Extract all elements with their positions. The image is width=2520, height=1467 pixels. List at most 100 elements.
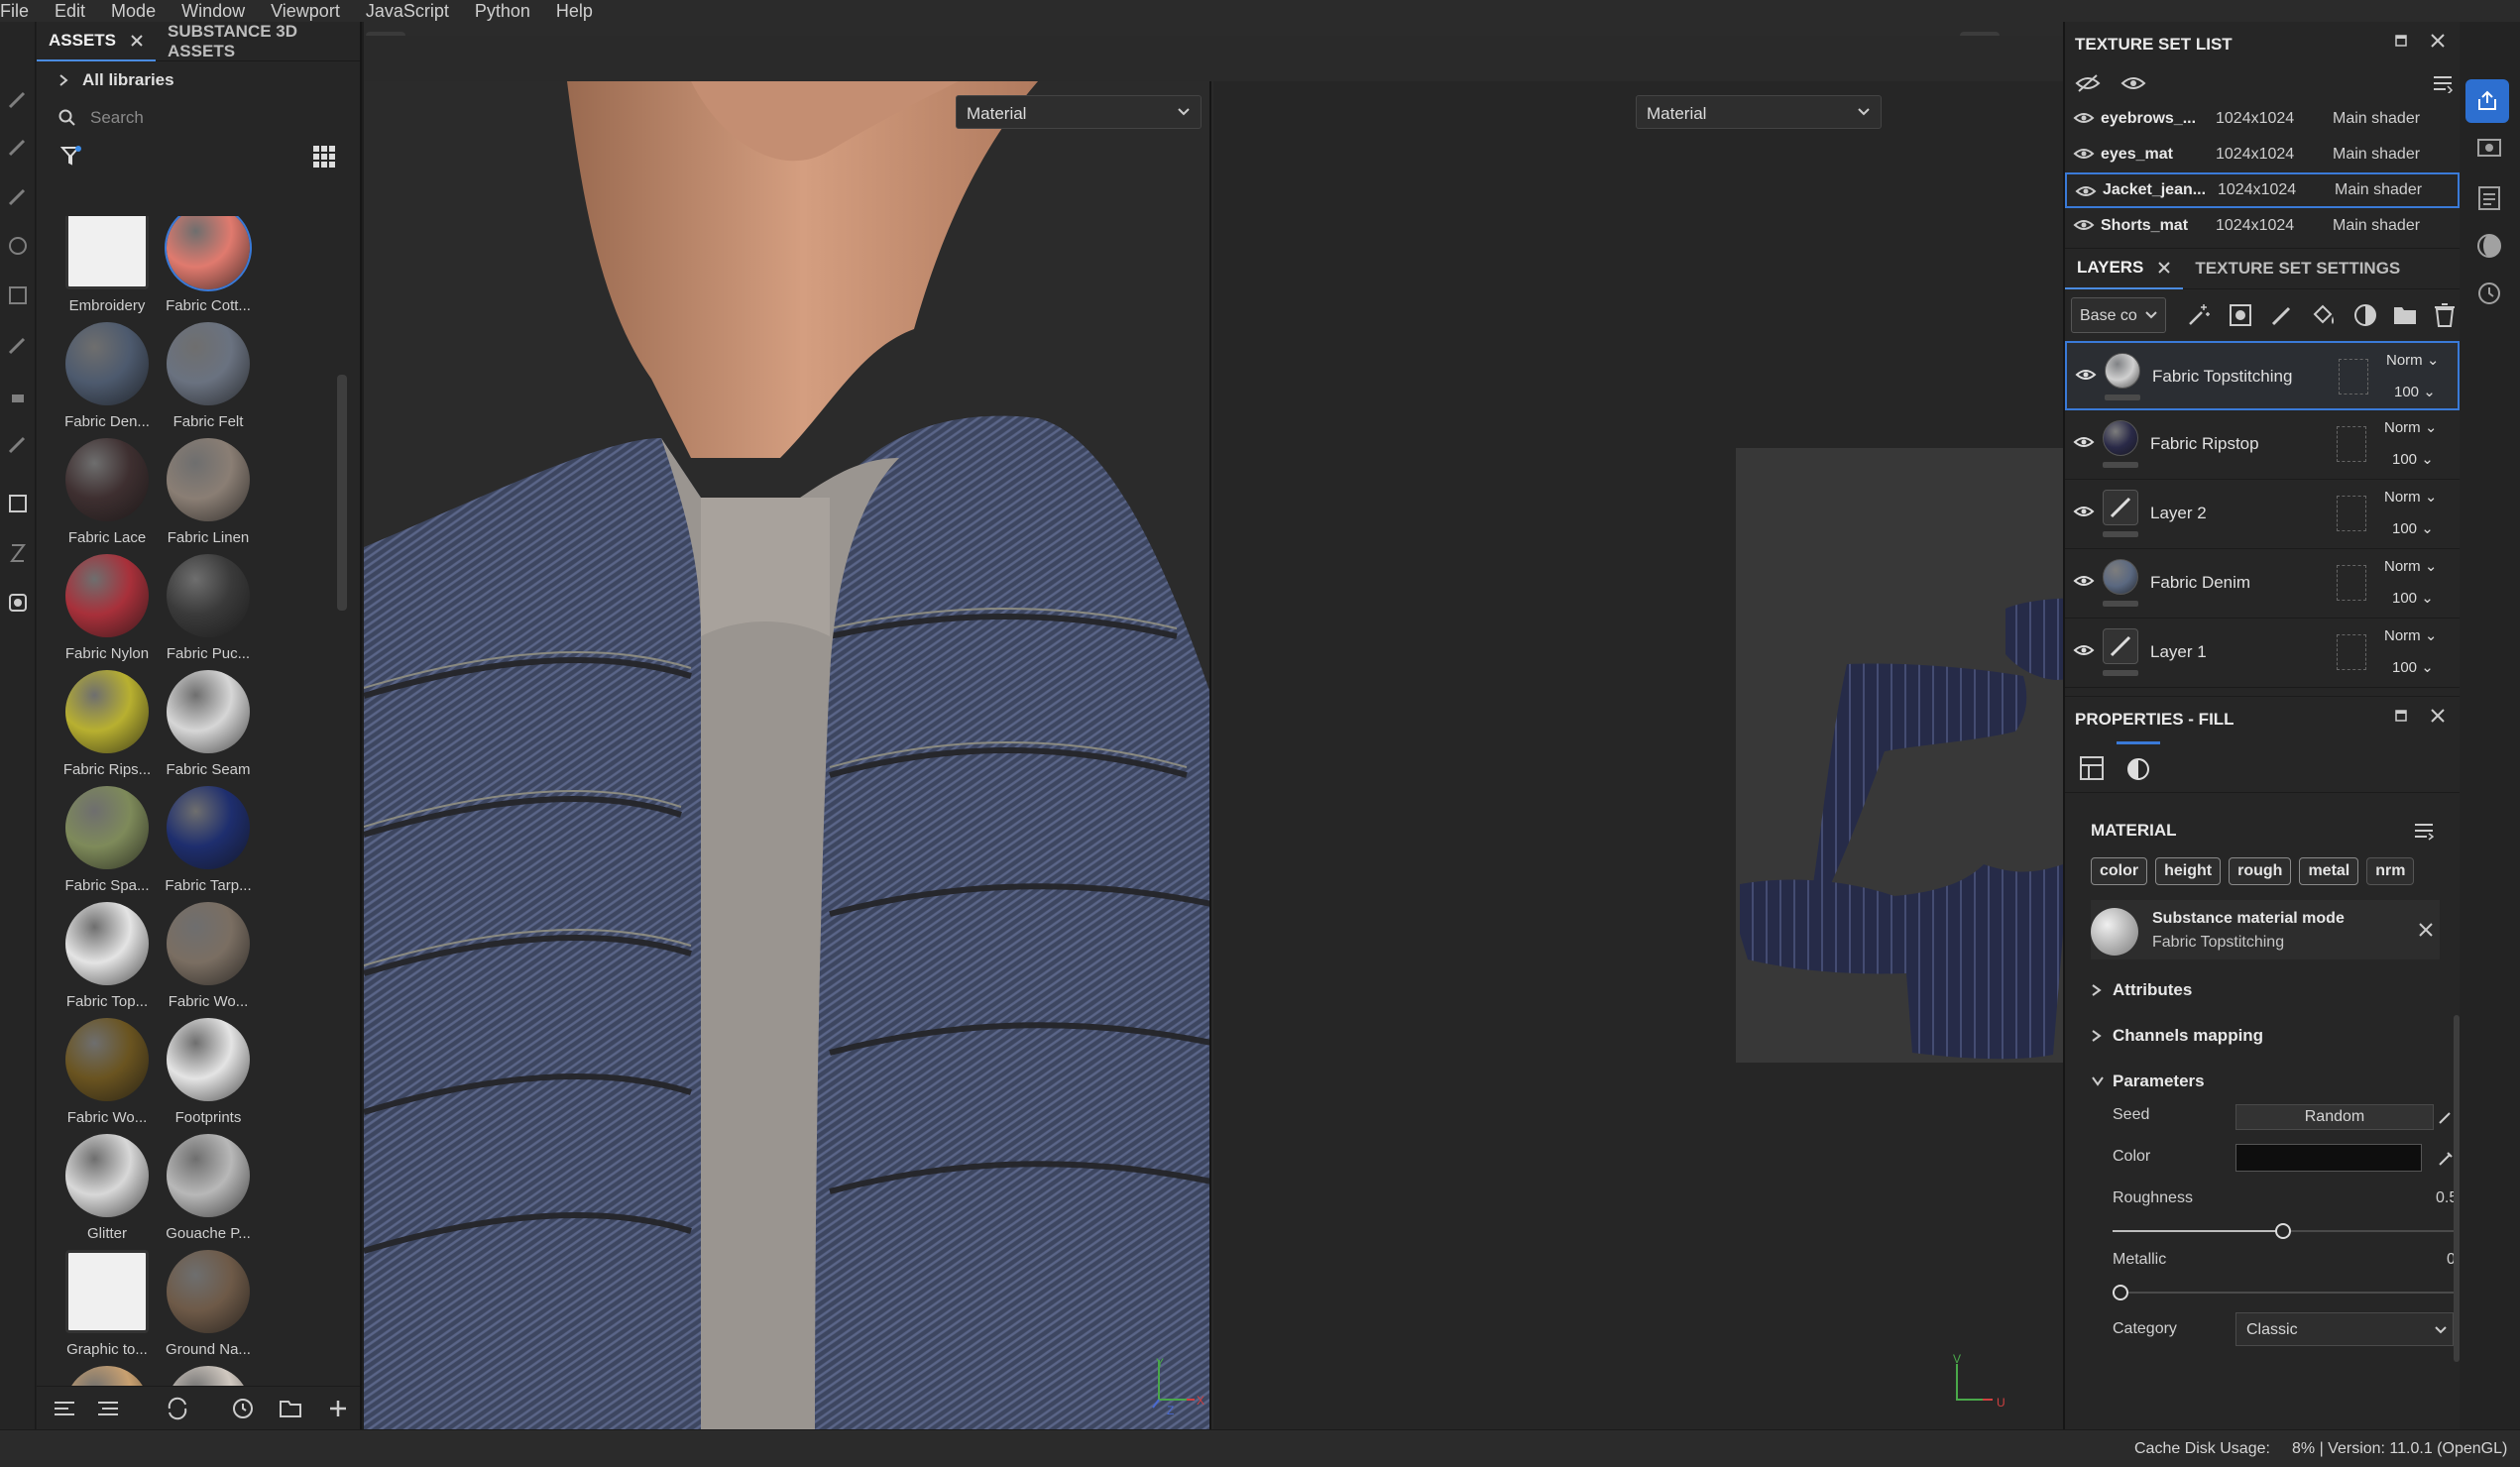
asset-item[interactable]: Embroidery — [49, 216, 149, 321]
layer-stack-icon[interactable] — [2475, 184, 2503, 212]
tab-assets[interactable]: ASSETS — [37, 22, 157, 61]
assets-scrollbar[interactable] — [337, 375, 347, 611]
material-menu-icon[interactable] — [2414, 821, 2434, 841]
mask-slot[interactable] — [2337, 426, 2366, 462]
asset-item[interactable]: Fabric Rips... — [49, 670, 151, 785]
stamp-icon[interactable] — [6, 383, 30, 406]
layer-name[interactable]: Layer 2 — [2150, 504, 2207, 523]
opacity[interactable]: 100 ⌄ — [2392, 450, 2434, 468]
eye-icon[interactable] — [2073, 217, 2095, 233]
export-button[interactable] — [2465, 79, 2509, 123]
filter-icon[interactable] — [60, 145, 82, 167]
delete-icon[interactable] — [2432, 302, 2458, 328]
chip-color[interactable]: color — [2091, 857, 2148, 885]
asset-item[interactable]: Fabric Cott... — [150, 216, 252, 321]
float-panel-icon[interactable] — [2394, 34, 2408, 48]
layer-name[interactable]: Fabric Topstitching — [2152, 367, 2292, 387]
asset-item[interactable]: Fabric Wo... — [150, 902, 250, 1017]
float-panel-icon[interactable] — [2394, 709, 2408, 723]
bake-icon[interactable] — [6, 591, 30, 615]
menu-edit[interactable]: Edit — [42, 0, 98, 22]
picker-icon[interactable] — [6, 432, 30, 456]
texture-set-row[interactable]: Shorts_mat 1024x1024 Main shader — [2065, 208, 2460, 244]
menu-javascript[interactable]: JavaScript — [353, 0, 462, 22]
eye-icon[interactable] — [2075, 183, 2097, 199]
close-icon[interactable] — [2418, 922, 2434, 938]
close-icon[interactable] — [2430, 708, 2446, 724]
mask-slot[interactable] — [2339, 359, 2368, 395]
layer-row[interactable]: Fabric Topstitching Norm ⌄ 100 ⌄ — [2065, 341, 2460, 410]
parameters-section[interactable]: Parameters — [2065, 1059, 2460, 1104]
layer-name[interactable]: Layer 1 — [2150, 642, 2207, 662]
eye-icon[interactable] — [2073, 146, 2095, 162]
mask-slot[interactable] — [2337, 634, 2366, 670]
layer-row[interactable]: Layer 2 Norm ⌄ 100 ⌄ — [2065, 480, 2460, 549]
eye-icon[interactable] — [2075, 367, 2097, 383]
material-tab[interactable] — [2117, 741, 2160, 793]
blend-mode[interactable]: Norm ⌄ — [2384, 488, 2437, 506]
material-picker-icon[interactable] — [6, 492, 30, 515]
environment-icon[interactable] — [2475, 232, 2503, 260]
category-dropdown[interactable]: Classic — [2235, 1312, 2454, 1346]
seed-random-button[interactable]: Random — [2235, 1104, 2434, 1130]
menu-python[interactable]: Python — [462, 0, 543, 22]
chip-height[interactable]: height — [2155, 857, 2222, 885]
asset-item[interactable]: Glitter — [49, 1134, 149, 1249]
eye-icon[interactable] — [2120, 73, 2146, 93]
grid-view-icon[interactable] — [312, 145, 336, 169]
sort-icon[interactable] — [53, 1397, 76, 1420]
blend-mode[interactable]: Norm ⌄ — [2386, 351, 2439, 369]
texture-set-shader[interactable]: Main shader — [2333, 217, 2420, 235]
texture-set-row[interactable]: eyebrows_... 1024x1024 Main shader — [2065, 101, 2460, 137]
layer-name[interactable]: Fabric Ripstop — [2150, 434, 2259, 454]
asset-item[interactable]: Fabric Linen — [150, 438, 250, 553]
opacity[interactable]: 100 ⌄ — [2392, 658, 2434, 676]
layer-row[interactable]: Fabric Ripstop Norm ⌄ 100 ⌄ — [2065, 410, 2460, 480]
tab-layers[interactable]: LAYERS — [2065, 248, 2184, 289]
texture-set-shader[interactable]: Main shader — [2333, 110, 2420, 128]
menu-help[interactable]: Help — [543, 0, 606, 22]
eye-icon[interactable] — [2073, 504, 2095, 519]
all-libraries[interactable]: All libraries — [37, 61, 360, 99]
asset-item[interactable]: Ground Na... — [150, 1250, 251, 1365]
asset-item[interactable]: Fabric Top... — [49, 902, 149, 1017]
material-dropdown-right[interactable]: Material — [1636, 95, 1882, 129]
blend-mode[interactable]: Norm ⌄ — [2384, 557, 2437, 575]
blend-mode[interactable]: Norm ⌄ — [2384, 626, 2437, 644]
tab-texture-set-settings[interactable]: TEXTURE SET SETTINGS — [2183, 248, 2412, 289]
add-icon[interactable] — [326, 1397, 350, 1420]
eye-icon[interactable] — [2073, 642, 2095, 658]
layer-row[interactable]: Fabric Denim Norm ⌄ 100 ⌄ — [2065, 549, 2460, 619]
polygon-fill-icon[interactable] — [6, 234, 30, 258]
add-smart-material-icon[interactable] — [2352, 302, 2378, 328]
texture-set-row[interactable]: eyes_mat 1024x1024 Main shader — [2065, 137, 2460, 172]
close-icon[interactable] — [130, 34, 144, 48]
metallic-slider[interactable] — [2113, 1283, 2454, 1302]
asset-item[interactable]: Gouache P... — [150, 1134, 251, 1249]
add-folder-icon[interactable] — [2392, 302, 2418, 328]
folder-icon[interactable] — [279, 1397, 302, 1420]
asset-search[interactable]: Search — [37, 99, 360, 137]
texture-set-shader[interactable]: Main shader — [2335, 181, 2422, 199]
mask-slot[interactable] — [2337, 565, 2366, 601]
opacity[interactable]: 100 ⌄ — [2392, 519, 2434, 537]
menu-viewport[interactable]: Viewport — [258, 0, 353, 22]
clone-icon[interactable] — [6, 333, 30, 357]
asset-item[interactable]: Fabric Tarp... — [150, 786, 252, 901]
chip-nrm[interactable]: nrm — [2366, 857, 2415, 885]
smudge-icon[interactable] — [6, 283, 30, 307]
menu-icon[interactable] — [2432, 73, 2454, 93]
slider-handle[interactable] — [2275, 1223, 2291, 1239]
add-fill-layer-icon[interactable] — [2311, 302, 2337, 328]
history-icon[interactable] — [231, 1397, 255, 1420]
texture-set-shader[interactable]: Main shader — [2333, 146, 2420, 164]
menu-window[interactable]: Window — [169, 0, 258, 22]
asset-item[interactable]: Fabric Spa... — [49, 786, 150, 901]
roughness-slider[interactable] — [2113, 1221, 2454, 1241]
color-swatch[interactable] — [2235, 1144, 2422, 1172]
viewport-2d[interactable]: Material V U — [1213, 81, 2063, 1429]
texture-set-row[interactable]: Jacket_jean... 1024x1024 Main shader — [2065, 172, 2460, 208]
eye-icon[interactable] — [2073, 110, 2095, 126]
hide-all-icon[interactable] — [2075, 73, 2101, 93]
refresh-icon[interactable] — [166, 1397, 195, 1420]
